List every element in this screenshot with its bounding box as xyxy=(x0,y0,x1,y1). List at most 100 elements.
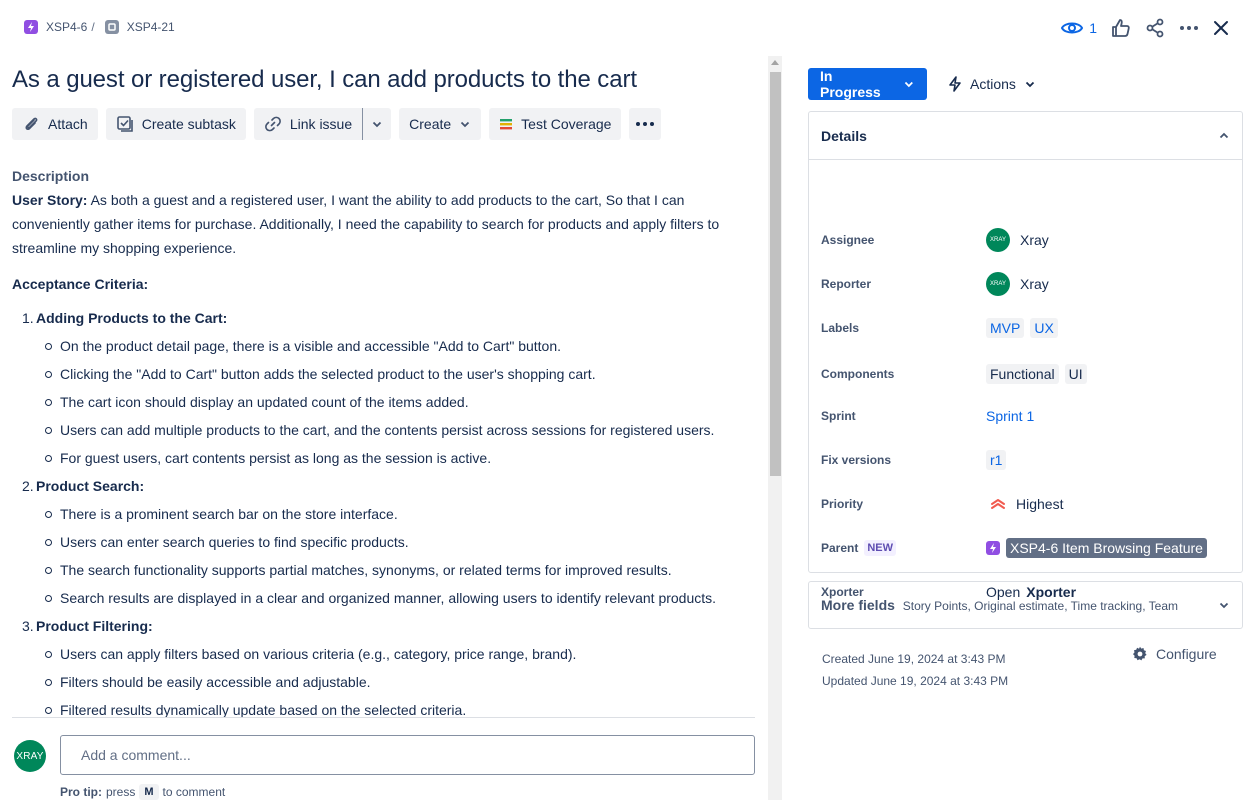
component-tag: UI xyxy=(1064,364,1087,384)
toolbar-more-button[interactable] xyxy=(629,108,662,140)
description-section[interactable]: Description User Story: As both a guest … xyxy=(12,164,755,717)
details-title: Details xyxy=(821,127,867,144)
criteria-section: 1. Adding Products to the Cart: On the pro… xyxy=(22,304,755,472)
reporter-value[interactable]: XRAY Xray xyxy=(986,272,1049,296)
like-button[interactable] xyxy=(1111,14,1131,42)
pro-tip: Pro tip: press M to comment xyxy=(60,784,225,800)
create-button[interactable]: Create xyxy=(399,108,482,140)
priority-value[interactable]: Highest xyxy=(986,496,1063,512)
list-item: Filters should be easily accessible and … xyxy=(45,668,755,696)
details-header[interactable]: Details xyxy=(809,112,1242,160)
more-fields-title: More fields xyxy=(821,597,895,613)
comment-composer: XRAY Pro tip: press M to comment xyxy=(12,734,755,800)
create-subtask-button[interactable]: Create subtask xyxy=(105,108,246,140)
field-label: Components xyxy=(821,367,895,381)
fix-version-tag[interactable]: r1 xyxy=(986,450,1007,470)
status-dropdown[interactable]: In Progress xyxy=(808,68,927,100)
field-label: Priority xyxy=(821,497,864,511)
link-issue-dropdown[interactable] xyxy=(363,108,392,140)
list-item: Clicking the "Add to Cart" button adds t… xyxy=(45,360,755,388)
avatar: XRAY xyxy=(14,740,46,772)
user-story-text: As both a guest and a registered user, I… xyxy=(12,192,720,256)
configure-button[interactable]: Configure xyxy=(1132,646,1217,662)
field-sprint: Sprint Sprint 1 xyxy=(821,402,1231,430)
pro-tip-press: press xyxy=(106,785,136,799)
subtask-icon xyxy=(104,20,119,34)
page-title[interactable]: As a guest or registered user, I can add… xyxy=(12,66,637,94)
field-label: Parent NEW xyxy=(821,540,986,556)
acceptance-label: Acceptance Criteria: xyxy=(12,276,149,292)
labels-value: MVP UX xyxy=(986,318,1058,338)
sprint-value: Sprint 1 xyxy=(986,408,1034,424)
lightning-icon xyxy=(949,76,961,92)
actions-label: Actions xyxy=(970,76,1016,92)
share-icon xyxy=(1146,18,1164,38)
description-body[interactable]: User Story: As both a guest and a regist… xyxy=(12,188,755,717)
breadcrumb-parent[interactable]: XSP4-6 xyxy=(24,20,87,34)
updated-timestamp: Updated June 19, 2024 at 3:43 PM xyxy=(822,674,1009,688)
watch-button[interactable]: 1 xyxy=(1061,14,1097,42)
criteria-title: Product Filtering: xyxy=(36,618,153,634)
breadcrumb-current[interactable]: XSP4-21 xyxy=(104,20,175,34)
list-item: The search functionality supports partia… xyxy=(45,556,755,584)
new-badge: NEW xyxy=(864,540,897,556)
list-item: Users can apply filters based on various… xyxy=(45,640,755,668)
field-labels: Labels MVP UX xyxy=(821,314,1231,342)
scrollbar-thumb[interactable] xyxy=(770,72,781,476)
share-button[interactable] xyxy=(1145,14,1165,42)
details-panel: Details Assignee XRAY Xray Reporter XRAY… xyxy=(808,111,1243,600)
user-story-label: User Story: xyxy=(12,192,88,208)
breadcrumb-current-key[interactable]: XSP4-21 xyxy=(127,20,175,34)
sprint-link[interactable]: Sprint 1 xyxy=(986,408,1034,424)
watch-count: 1 xyxy=(1089,20,1097,36)
field-components: Components Functional UI xyxy=(821,360,1231,388)
test-coverage-icon xyxy=(500,119,513,130)
more-actions-button[interactable] xyxy=(1179,14,1199,42)
parent-value[interactable]: XSP4-6 Item Browsing Feature xyxy=(986,538,1207,558)
chevron-down-icon xyxy=(373,121,382,128)
actions-button[interactable]: Actions xyxy=(940,68,1044,100)
close-button[interactable] xyxy=(1213,14,1229,42)
more-fields-text: More fields Story Points, Original estim… xyxy=(821,597,1178,613)
chevron-down-icon xyxy=(1219,602,1229,609)
comment-input[interactable] xyxy=(60,735,755,775)
parent-link[interactable]: XSP4-6 Item Browsing Feature xyxy=(1006,538,1207,558)
criteria-list: 1. Adding Products to the Cart: On the pro… xyxy=(12,304,755,717)
link-issue-button[interactable]: Link issue xyxy=(253,108,364,140)
header-actions: 1 xyxy=(1061,14,1229,42)
gear-icon xyxy=(1133,646,1147,661)
shortcut-key: M xyxy=(139,784,159,800)
list-item: The cart icon should display an updated … xyxy=(45,388,755,416)
more-fields-toggle[interactable]: More fields Story Points, Original estim… xyxy=(808,581,1243,629)
assignee-value[interactable]: XRAY Xray xyxy=(986,228,1049,252)
more-icon xyxy=(636,122,655,126)
components-value[interactable]: Functional UI xyxy=(986,364,1087,384)
criteria-section: 3. Product Filtering: Users can apply filt… xyxy=(22,612,755,717)
scroll-up-arrow[interactable] xyxy=(771,60,779,65)
link-icon xyxy=(264,116,281,132)
field-reporter: Reporter XRAY Xray xyxy=(821,270,1231,298)
label-tag[interactable]: MVP xyxy=(986,318,1025,338)
breadcrumb-separator: / xyxy=(91,20,95,34)
user-story-paragraph: User Story: As both a guest and a regist… xyxy=(12,188,755,260)
close-icon xyxy=(1214,21,1228,35)
field-label: Sprint xyxy=(821,409,856,423)
avatar: XRAY xyxy=(986,228,1010,252)
test-coverage-label: Test Coverage xyxy=(521,116,612,132)
field-label: Reporter xyxy=(821,277,872,291)
field-fix-versions: Fix versions r1 xyxy=(821,446,1231,474)
criteria-sublist: Users can apply filters based on various… xyxy=(36,640,755,717)
label-tag[interactable]: UX xyxy=(1030,318,1058,338)
attach-button[interactable]: Attach xyxy=(12,108,98,140)
list-item: Filtered results dynamically update base… xyxy=(45,696,755,717)
fix-versions-value: r1 xyxy=(986,450,1007,470)
breadcrumb-parent-key[interactable]: XSP4-6 xyxy=(46,20,87,34)
epic-icon xyxy=(986,541,1000,555)
list-item: For guest users, cart contents persist a… xyxy=(45,444,755,472)
field-label: Labels xyxy=(821,321,860,335)
description-label: Description xyxy=(12,168,90,184)
test-coverage-button[interactable]: Test Coverage xyxy=(489,108,622,140)
avatar: XRAY xyxy=(986,272,1010,296)
list-item: Users can add multiple products to the c… xyxy=(45,416,755,444)
chevron-down-icon xyxy=(905,81,914,88)
